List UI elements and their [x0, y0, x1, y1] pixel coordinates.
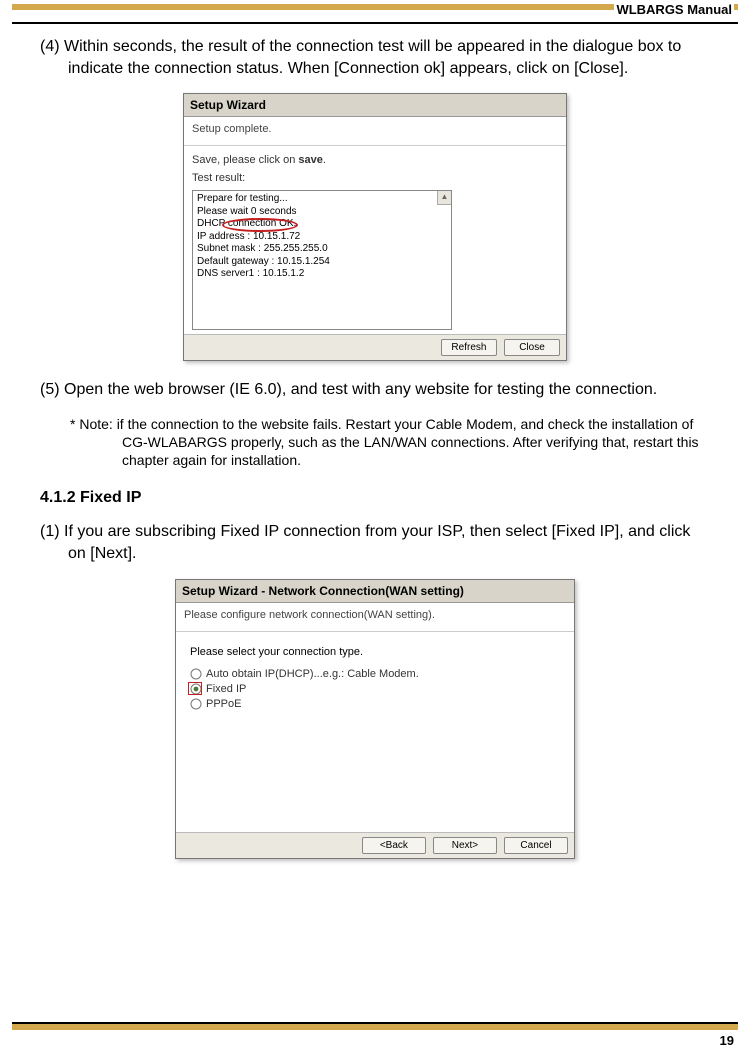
- section-heading: 4.1.2 Fixed IP: [40, 489, 710, 507]
- wizard1-footer: Refresh Close: [184, 334, 566, 360]
- refresh-button[interactable]: Refresh: [441, 339, 497, 356]
- test-result-box: ▲ Prepare for testing... Please wait 0 s…: [192, 190, 452, 330]
- cancel-button[interactable]: Cancel: [504, 837, 568, 854]
- radio-fixed-label: Fixed IP: [206, 683, 246, 695]
- result-line: Subnet mask : 255.255.255.0: [197, 243, 447, 256]
- scroll-up-icon[interactable]: ▲: [437, 191, 451, 205]
- radio-pppoe-label: PPPoE: [206, 698, 241, 710]
- test-result-label: Test result:: [192, 172, 558, 184]
- setup-wizard-complete: Setup Wizard Setup complete. Save, pleas…: [183, 93, 567, 361]
- wizard2-wrap: Setup Wizard - Network Connection(WAN se…: [40, 579, 710, 859]
- step-5-text: (5) Open the web browser (IE 6.0), and t…: [50, 379, 710, 401]
- setup-wizard-wan: Setup Wizard - Network Connection(WAN se…: [175, 579, 575, 859]
- wizard2-subtitle: Please configure network connection(WAN …: [176, 603, 574, 632]
- back-button[interactable]: <Back: [362, 837, 426, 854]
- wizard1-subtitle: Setup complete.: [184, 117, 566, 146]
- result-line: IP address : 10.15.1.72: [197, 231, 447, 244]
- radio-dhcp-label: Auto obtain IP(DHCP)...e.g.: Cable Modem…: [206, 668, 419, 680]
- radio-unchecked-icon: [190, 698, 202, 710]
- page-footer: 19: [0, 1022, 750, 1048]
- footer-gold-bar: 19: [12, 1022, 738, 1030]
- radio-pppoe[interactable]: PPPoE: [190, 698, 560, 710]
- manual-title: WLBARGS Manual: [614, 2, 734, 17]
- result-line: Default gateway : 10.15.1.254: [197, 256, 447, 269]
- connection-select-label: Please select your connection type.: [190, 646, 560, 658]
- save-suffix: .: [323, 154, 326, 166]
- result-list: Prepare for testing... Please wait 0 sec…: [193, 191, 451, 283]
- page-number: 19: [720, 1033, 734, 1048]
- save-strong: save: [298, 154, 322, 166]
- result-line: DNS server1 : 10.15.1.2: [197, 268, 447, 281]
- page-content: (4) Within seconds, the result of the co…: [0, 24, 750, 859]
- radio-fixed-ip[interactable]: Fixed IP: [190, 683, 560, 695]
- wizard2-body: Please select your connection type. Auto…: [176, 632, 574, 832]
- radio-dhcp[interactable]: Auto obtain IP(DHCP)...e.g.: Cable Modem…: [190, 668, 560, 680]
- next-button[interactable]: Next>: [433, 837, 497, 854]
- page-header: WLBARGS Manual: [12, 4, 738, 24]
- wizard1-body: Save, please click on save. Test result:…: [184, 146, 566, 334]
- save-instruction: Save, please click on save.: [192, 154, 558, 166]
- radio-unchecked-icon: [190, 668, 202, 680]
- fixed-ip-highlight: [188, 682, 202, 695]
- result-line: Prepare for testing...: [197, 193, 447, 206]
- save-prefix: Save, please click on: [192, 154, 298, 166]
- wizard1-title: Setup Wizard: [184, 94, 566, 117]
- wizard1-wrap: Setup Wizard Setup complete. Save, pleas…: [40, 93, 710, 361]
- close-button[interactable]: Close: [504, 339, 560, 356]
- result-line: Please wait 0 seconds: [197, 206, 447, 219]
- step-4-text: (4) Within seconds, the result of the co…: [50, 36, 710, 79]
- wizard2-title: Setup Wizard - Network Connection(WAN se…: [176, 580, 574, 603]
- wizard2-footer: <Back Next> Cancel: [176, 832, 574, 858]
- note-text: * Note: if the connection to the website…: [44, 415, 710, 470]
- step-1-text: (1) If you are subscribing Fixed IP conn…: [50, 521, 710, 564]
